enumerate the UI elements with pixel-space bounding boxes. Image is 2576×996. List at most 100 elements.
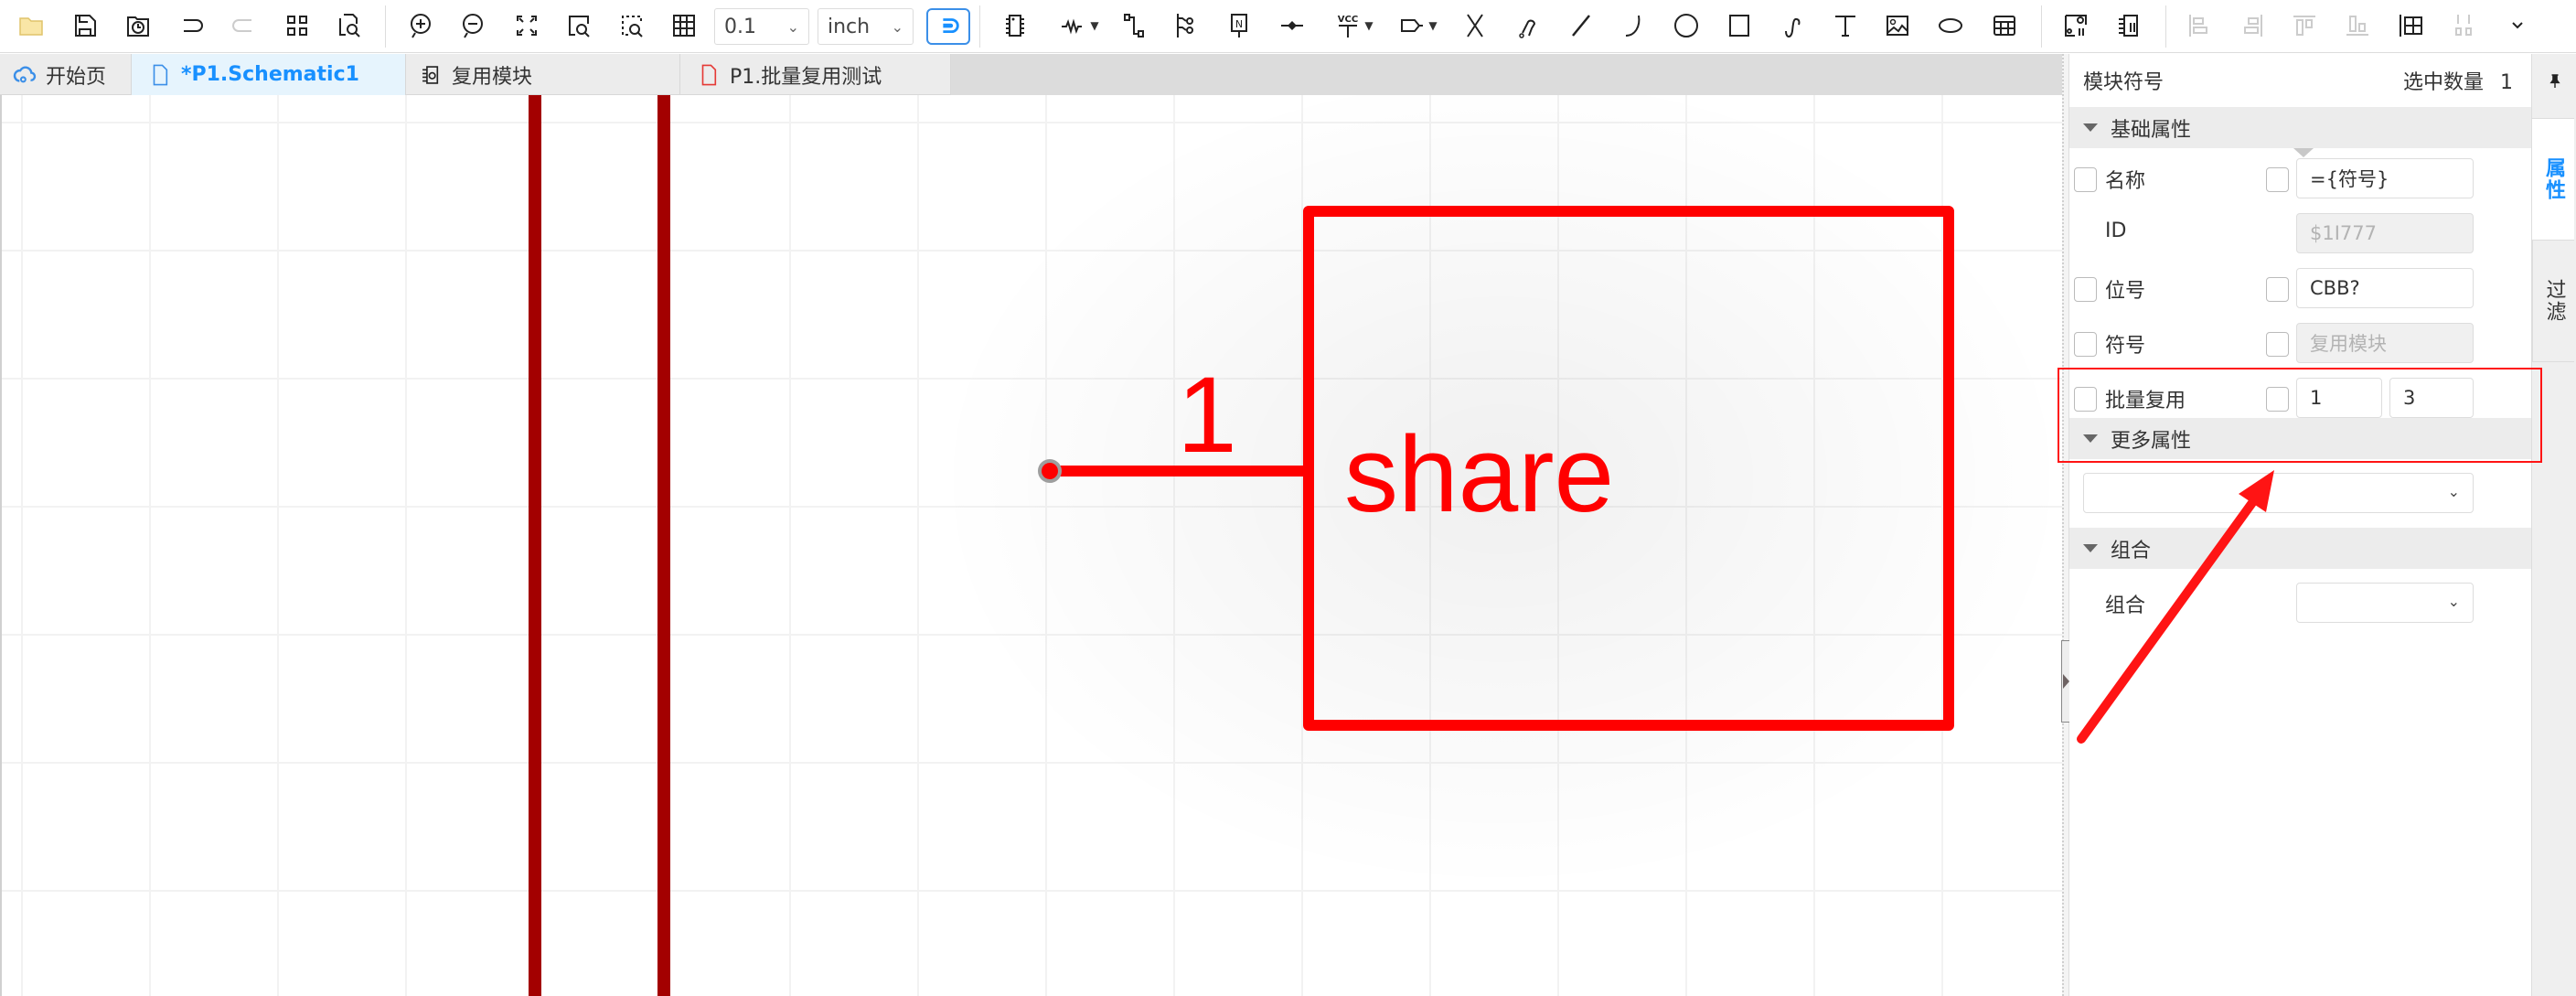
zoom-area-icon[interactable] bbox=[561, 7, 597, 44]
property-row-batch-reuse: 批量复用 1 3 bbox=[2069, 370, 2531, 425]
unit-value: inch bbox=[828, 15, 871, 38]
layout-grid-icon[interactable] bbox=[279, 7, 315, 44]
history-icon[interactable] bbox=[120, 7, 156, 44]
no-connect-icon[interactable] bbox=[1457, 7, 1493, 44]
vcc-icon[interactable]: VCC ▼ bbox=[1326, 7, 1381, 44]
group-select[interactable]: ⌄ bbox=[2296, 583, 2474, 623]
unit-select[interactable]: inch ⌄ bbox=[818, 8, 914, 45]
batch-count-input[interactable]: 3 bbox=[2389, 378, 2474, 418]
batch-reuse-checkbox[interactable] bbox=[2074, 387, 2097, 412]
designator-visible-checkbox[interactable] bbox=[2266, 277, 2289, 302]
align-top-icon[interactable] bbox=[2286, 7, 2323, 44]
tab-label: 开始页 bbox=[46, 65, 107, 89]
align-bottom-icon[interactable] bbox=[2339, 7, 2376, 44]
find-icon[interactable] bbox=[331, 7, 368, 44]
symbol-checkbox[interactable] bbox=[2074, 332, 2097, 357]
chevron-down-icon: ⌄ bbox=[786, 17, 799, 36]
document-icon bbox=[153, 64, 168, 85]
bezier-icon[interactable] bbox=[1774, 7, 1811, 44]
component-icon[interactable] bbox=[997, 7, 1033, 44]
tab-schematic1[interactable]: *P1.Schematic1 bbox=[132, 54, 406, 95]
cloud-icon bbox=[13, 66, 37, 82]
net-port-icon[interactable]: ▼ bbox=[1390, 7, 1445, 44]
property-label: 组合 bbox=[2105, 594, 2146, 617]
name-visible-checkbox[interactable] bbox=[2266, 167, 2289, 192]
junction-icon[interactable] bbox=[1274, 7, 1310, 44]
tab-batch-reuse-test[interactable]: P1.批量复用测试 bbox=[680, 54, 951, 95]
tab-label: *P1.Schematic1 bbox=[181, 63, 359, 86]
svg-text:VCC: VCC bbox=[1338, 15, 1358, 25]
tab-properties[interactable]: 属性 bbox=[2532, 118, 2574, 241]
resistor-icon[interactable]: ▼ bbox=[1052, 7, 1106, 44]
tab-start-page[interactable]: 开始页 bbox=[0, 54, 132, 95]
arc-icon[interactable] bbox=[1615, 7, 1651, 44]
pin-endpoint[interactable] bbox=[1038, 459, 1062, 483]
schematic-canvas[interactable]: 1 share bbox=[0, 95, 2062, 996]
name-value: ={符号} bbox=[2310, 168, 2389, 190]
undo-icon[interactable] bbox=[173, 7, 209, 44]
id-input: $1I777 bbox=[2296, 213, 2474, 253]
tab-label: 复用模块 bbox=[452, 65, 533, 89]
zoom-selection-icon[interactable] bbox=[614, 7, 650, 44]
fit-icon[interactable] bbox=[508, 7, 545, 44]
selected-count: 选中数量 1 bbox=[2403, 66, 2513, 95]
property-label: ID bbox=[2105, 220, 2127, 242]
table-icon[interactable] bbox=[1986, 7, 2023, 44]
rectangle-icon[interactable] bbox=[1721, 7, 1758, 44]
document-tabs: 开始页 *P1.Schematic1 复用模块 P1.批量复用测试 bbox=[0, 54, 951, 95]
tab-reuse-module[interactable]: 复用模块 bbox=[406, 54, 680, 95]
symbol-update-icon[interactable] bbox=[2058, 7, 2094, 44]
property-label: 位号 bbox=[2105, 280, 2146, 303]
grid-icon[interactable] bbox=[666, 7, 702, 44]
module-update-icon[interactable] bbox=[2111, 7, 2148, 44]
property-label: 批量复用 bbox=[2105, 390, 2186, 412]
open-folder-icon[interactable] bbox=[13, 7, 49, 44]
designator-input[interactable]: CBB? bbox=[2296, 268, 2474, 308]
designator-checkbox[interactable] bbox=[2074, 277, 2097, 302]
save-icon[interactable] bbox=[67, 7, 103, 44]
align-right-icon[interactable] bbox=[2234, 7, 2271, 44]
zoom-in-icon[interactable] bbox=[403, 7, 440, 44]
more-icon[interactable] bbox=[2499, 7, 2536, 44]
symbol-visible-checkbox[interactable] bbox=[2266, 332, 2289, 357]
probe-icon[interactable] bbox=[1510, 7, 1546, 44]
symbol-input: 复用模块 bbox=[2296, 323, 2474, 363]
zoom-out-icon[interactable] bbox=[455, 7, 492, 44]
bus-line[interactable] bbox=[529, 95, 541, 996]
tab-label: 属性 bbox=[2542, 157, 2565, 201]
ellipse-icon[interactable] bbox=[1932, 7, 1969, 44]
panel-splitter[interactable] bbox=[2062, 54, 2069, 996]
image-icon[interactable] bbox=[1879, 7, 1916, 44]
section-basic-properties[interactable]: 基础属性 bbox=[2069, 107, 2531, 148]
distribute-icon[interactable] bbox=[2445, 7, 2482, 44]
net-label-icon[interactable]: N bbox=[1221, 7, 1257, 44]
tab-filter[interactable]: 过滤 bbox=[2532, 240, 2574, 362]
wire-icon[interactable] bbox=[1116, 7, 1152, 44]
align-left-icon[interactable] bbox=[2181, 7, 2218, 44]
bus-line[interactable] bbox=[657, 95, 670, 996]
more-properties-select[interactable]: ⌄ bbox=[2083, 473, 2474, 513]
section-group[interactable]: 组合 bbox=[2069, 528, 2531, 569]
panel-header: 模块符号 选中数量 1 bbox=[2069, 54, 2531, 107]
text-icon[interactable] bbox=[1827, 7, 1864, 44]
property-row-symbol: 符号 复用模块 bbox=[2069, 316, 2531, 370]
tabbar-empty-area bbox=[951, 54, 2062, 95]
redo-icon[interactable] bbox=[226, 7, 262, 44]
selected-count-value: 1 bbox=[2500, 71, 2513, 94]
side-tabs: 属性 过滤 bbox=[2531, 54, 2576, 996]
name-input[interactable]: ={符号} bbox=[2296, 158, 2474, 198]
grid-size-select[interactable]: 0.1 ⌄ bbox=[714, 8, 809, 45]
grid-size-value: 0.1 bbox=[724, 15, 756, 38]
name-checkbox[interactable] bbox=[2074, 167, 2097, 192]
section-title: 组合 bbox=[2111, 539, 2152, 562]
pin-button[interactable] bbox=[2532, 54, 2576, 109]
chevron-down-icon: ⌄ bbox=[891, 17, 903, 36]
batch-reuse-visible-checkbox[interactable] bbox=[2266, 387, 2289, 412]
bus-icon[interactable] bbox=[1168, 7, 1204, 44]
collapse-triangle-icon bbox=[2083, 123, 2098, 132]
batch-start-input[interactable]: 1 bbox=[2296, 378, 2382, 418]
line-icon[interactable] bbox=[1563, 7, 1599, 44]
snap-toggle-button[interactable] bbox=[926, 8, 970, 45]
distribute-grid-icon[interactable] bbox=[2392, 7, 2429, 44]
circle-icon[interactable] bbox=[1668, 7, 1705, 44]
